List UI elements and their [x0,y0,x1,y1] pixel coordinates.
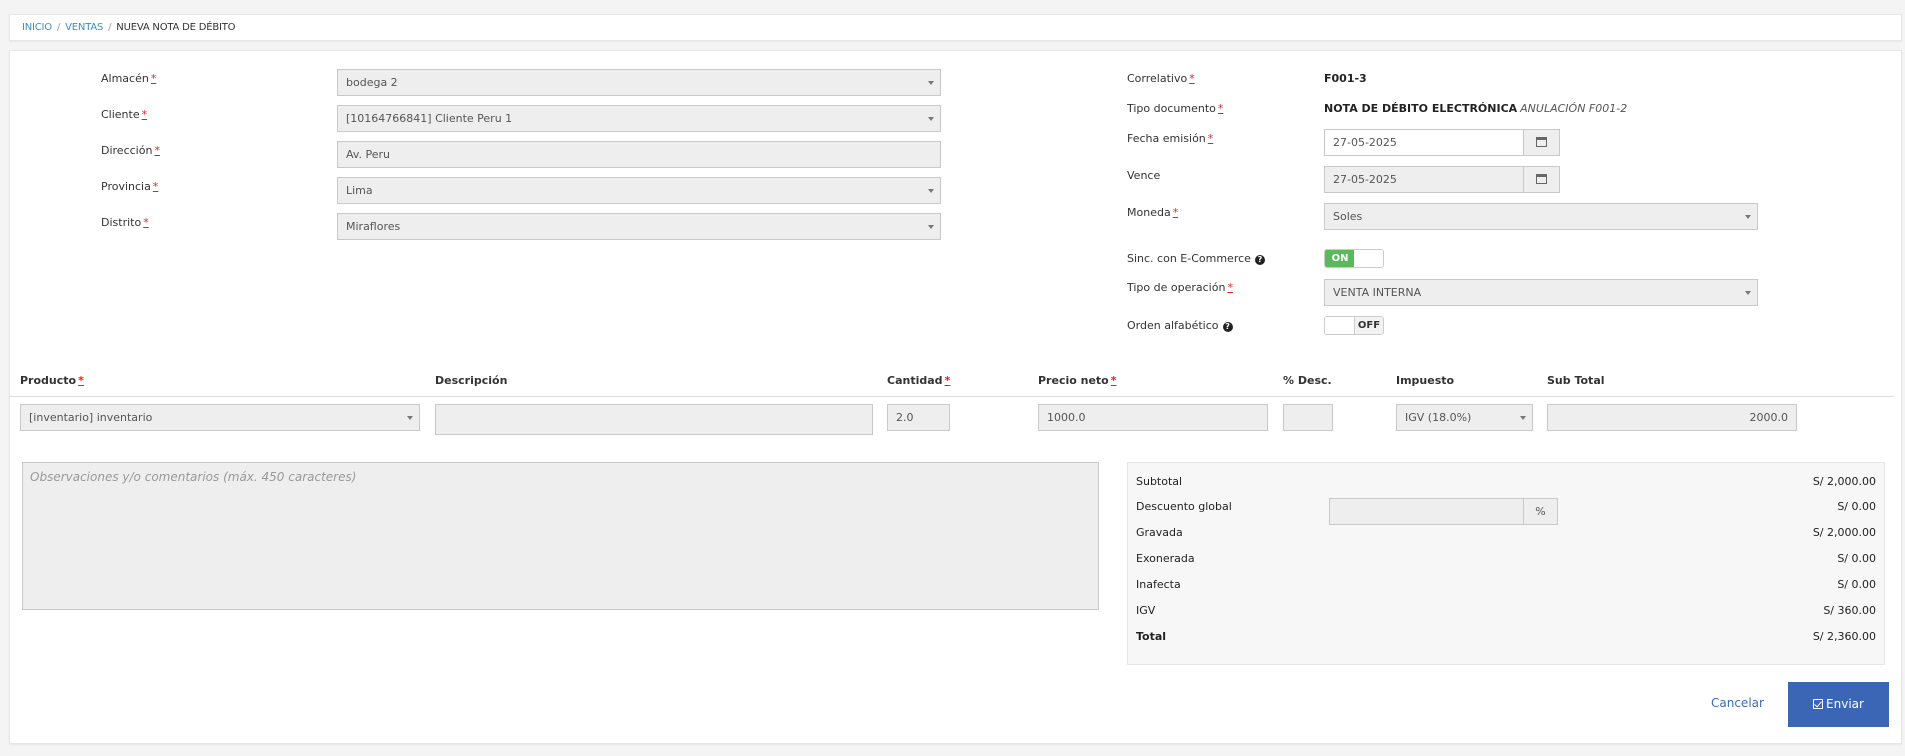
exonerada-label: Exonerada [1136,552,1195,565]
column-header-producto: Producto * [20,374,84,387]
table-header-divider [10,396,1894,397]
chevron-down-icon [407,416,413,420]
calendar-icon [1536,137,1547,147]
descuento-global-input[interactable] [1329,498,1524,525]
provincia-select[interactable]: Lima [337,177,941,204]
breadcrumb-bar: INICIO / VENTAS / NUEVA NOTA DE DÉBITO [9,14,1902,41]
cliente-label: Cliente * [101,108,148,121]
moneda-select[interactable]: Soles [1324,203,1758,230]
inafecta-label: Inafecta [1136,578,1181,591]
subtotal-label: Subtotal [1136,475,1183,488]
tipo-operacion-label: Tipo de operación * [1127,281,1233,294]
observaciones-textarea[interactable]: Observaciones y/o comentarios (máx. 450 … [22,462,1099,610]
inafecta-value: S/ 0.00 [1837,578,1876,591]
breadcrumb-link-ventas[interactable]: VENTAS [65,22,103,33]
orden-alfabetico-toggle[interactable]: OFF [1324,316,1384,335]
total-value: S/ 2,360.00 [1812,630,1876,643]
cancel-button[interactable]: Cancelar [1711,696,1764,710]
submit-button[interactable]: Enviar [1788,682,1889,727]
igv-value: S/ 360.00 [1823,604,1876,617]
subtotal-value: S/ 2,000.00 [1812,475,1876,488]
totals-summary: Subtotal S/ 2,000.00 Descuento global % … [1127,462,1885,665]
provincia-label: Provincia * [101,180,159,193]
column-header-cantidad: Cantidad * [887,374,951,387]
exonerada-value: S/ 0.00 [1837,552,1876,565]
descuento-global-label: Descuento global [1136,500,1232,513]
almacen-label: Almacén * [101,72,157,85]
chevron-down-icon [928,81,934,85]
descripcion-textarea[interactable] [435,404,873,435]
vence-input[interactable]: 27-05-2025 [1324,166,1524,193]
breadcrumb-current: NUEVA NOTA DE DÉBITO [116,22,236,33]
producto-select[interactable]: [inventario] inventario [20,404,420,431]
chevron-down-icon [928,189,934,193]
column-header-precio-neto: Precio neto * [1038,374,1117,387]
impuesto-select[interactable]: IGV (18.0%) [1396,404,1533,431]
sinc-ecommerce-toggle[interactable]: ON [1324,249,1384,268]
toggle-state-on: ON [1325,250,1355,267]
fecha-emision-label: Fecha emisión * [1127,132,1214,145]
breadcrumb-link-inicio[interactable]: INICIO [22,22,52,33]
debit-note-form: Almacén * bodega 2 Cliente * [10164766841]… [9,50,1902,744]
correlativo-value: F001-3 [1324,72,1367,85]
tipo-documento-value: NOTA DE DÉBITO ELECTRÓNICA ANULACIÓN F001… [1324,102,1628,115]
breadcrumb-separator: / [56,22,61,33]
question-circle-icon: ? [1222,322,1233,332]
vence-calendar-button[interactable] [1523,166,1560,193]
column-header-subtotal: Sub Total [1547,374,1605,387]
direccion-field[interactable]: Av. Peru [337,141,941,168]
descuento-input[interactable] [1283,404,1333,431]
sinc-ecommerce-label: Sinc. con E-Commerce? [1127,252,1265,265]
almacen-select[interactable]: bodega 2 [337,69,941,96]
tipo-operacion-select[interactable]: VENTA INTERNA [1324,279,1758,306]
toggle-handle [1354,250,1383,267]
gravada-label: Gravada [1136,526,1183,539]
question-circle-icon: ? [1254,255,1265,265]
chevron-down-icon [1745,291,1751,295]
tipo-documento-note: ANULACIÓN F001-2 [1520,102,1628,115]
submit-button-label: Enviar [1826,697,1864,711]
direccion-label: Dirección * [101,144,160,157]
cliente-select[interactable]: [10164766841] Cliente Peru 1 [337,105,941,132]
check-square-icon [1813,699,1824,709]
fecha-emision-calendar-button[interactable] [1523,129,1560,156]
calendar-icon [1536,174,1547,184]
precio-neto-input[interactable]: 1000.0 [1038,404,1268,431]
moneda-label: Moneda * [1127,206,1179,219]
percent-addon: % [1523,498,1558,525]
subtotal-field: 2000.0 [1547,404,1797,431]
igv-label: IGV [1136,604,1156,617]
orden-alfabetico-label: Orden alfabético? [1127,319,1233,332]
column-header-descripcion: Descripción [435,374,508,387]
cantidad-input[interactable]: 2.0 [887,404,950,431]
breadcrumb-separator: / [108,22,112,33]
gravada-value: S/ 2,000.00 [1812,526,1876,539]
distrito-select[interactable]: Miraflores [337,213,941,240]
tipo-documento-label: Tipo documento * [1127,102,1224,115]
column-header-descuento: % Desc. [1283,374,1332,387]
fecha-emision-input[interactable]: 27-05-2025 [1324,129,1524,156]
distrito-label: Distrito * [101,216,149,229]
chevron-down-icon [1745,215,1751,219]
chevron-down-icon [1520,416,1526,420]
descuento-global-value: S/ 0.00 [1837,500,1876,513]
chevron-down-icon [928,225,934,229]
toggle-state-off: OFF [1354,317,1383,334]
vence-label: Vence [1127,169,1161,182]
breadcrumb: INICIO / VENTAS / NUEVA NOTA DE DÉBITO [22,22,236,33]
chevron-down-icon [928,117,934,121]
correlativo-label: Correlativo * [1127,72,1195,85]
toggle-handle [1325,317,1355,334]
column-header-impuesto: Impuesto [1396,374,1455,387]
total-label: Total [1136,630,1167,643]
